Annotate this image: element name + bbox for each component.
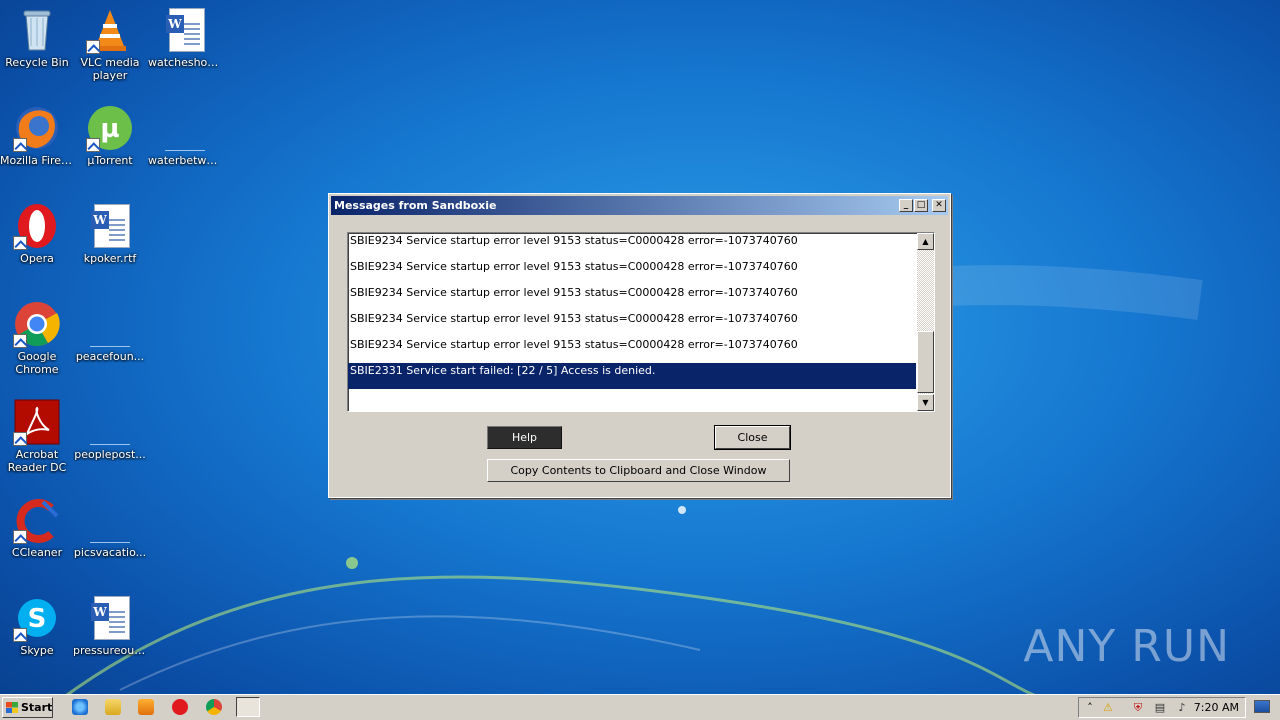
windows-flag-icon (6, 702, 18, 713)
close-window-button[interactable]: ✕ (932, 199, 946, 212)
shortcut-arrow-icon (13, 334, 27, 348)
list-item[interactable]: SBIE9234 Service startup error level 915… (348, 259, 916, 285)
desktop-icon-label: Recycle Bin (5, 56, 69, 69)
blank-file-icon (86, 300, 134, 348)
list-item[interactable]: SBIE9234 Service startup error level 915… (348, 311, 916, 337)
opera-icon (13, 202, 61, 250)
desktop-icon-label: Google Chrome (15, 350, 59, 376)
desktop-icon-pressureout[interactable]: W pressureout... (73, 594, 147, 657)
chrome-icon[interactable] (206, 699, 222, 715)
desktop-icon-peacefoun[interactable]: peacefoun... (73, 300, 147, 363)
desktop-icon-recycle-bin[interactable]: Recycle Bin (0, 6, 74, 69)
desktop-icon-label: VLC media player (80, 56, 140, 82)
word-document-icon: W (161, 6, 209, 54)
svg-text:µ: µ (100, 114, 119, 144)
desktop-icon-acrobat[interactable]: Acrobat Reader DC (0, 398, 74, 474)
desktop-icon-label: Opera (20, 252, 54, 265)
list-item[interactable]: SBIE9234 Service startup error level 915… (348, 233, 916, 259)
desktop-icon-waterbetwe[interactable]: waterbetwe... (148, 104, 222, 167)
desktop-icon-label: Acrobat Reader DC (7, 448, 67, 474)
help-button[interactable]: Help (487, 426, 562, 449)
desktop-icon-picsvacatio[interactable]: picsvacatio... (73, 496, 147, 559)
maximize-button[interactable]: □ (914, 199, 928, 212)
desktop-icon-label: kpoker.rtf (83, 252, 137, 265)
shortcut-arrow-icon (86, 40, 100, 54)
show-desktop-button[interactable] (1254, 700, 1270, 713)
desktop-icon-label: waterbetwe... (148, 154, 222, 167)
desktop-icon-label: watcheshou... (148, 56, 222, 69)
desktop-icon-utorrent[interactable]: µ µTorrent (73, 104, 147, 167)
vertical-scrollbar[interactable]: ▲ ▼ (917, 233, 934, 411)
warning-icon[interactable]: ⚠ (1101, 701, 1115, 715)
shortcut-arrow-icon (86, 138, 100, 152)
sandboxie-messages-dialog: Messages from Sandboxie _ □ ✕ SBIE9234 S… (328, 193, 951, 498)
desktop-icon-label: Skype (20, 644, 54, 657)
start-label: Start (21, 701, 53, 714)
desktop-icon-label: peoplepost... (74, 448, 146, 461)
media-player-icon[interactable] (138, 699, 154, 715)
ie-icon[interactable] (72, 699, 88, 715)
blank-file-icon (86, 496, 134, 544)
list-item[interactable]: SBIE9234 Service startup error level 915… (348, 285, 916, 311)
desktop-icon-watcheshou[interactable]: W watcheshou... (148, 6, 222, 69)
security-icon[interactable]: ⛨ (1131, 701, 1145, 715)
desktop-icon-kpoker[interactable]: W kpoker.rtf (73, 202, 147, 265)
svg-text:S: S (28, 604, 47, 634)
desktop-icon-label: µTorrent (87, 154, 133, 167)
network-icon[interactable]: ▤ (1153, 701, 1167, 715)
dialog-title: Messages from Sandboxie (334, 199, 497, 212)
chrome-icon (13, 300, 61, 348)
minimize-button[interactable]: _ (899, 199, 913, 212)
desktop-icon-label: CCleaner (11, 546, 63, 559)
desktop-icon-peoplepost[interactable]: peoplepost... (73, 398, 147, 461)
ccleaner-icon (13, 496, 61, 544)
acrobat-icon (13, 398, 61, 446)
show-hidden-icon[interactable]: ˄ (1083, 701, 1097, 715)
word-document-icon: W (86, 594, 134, 642)
blank-file-icon (86, 398, 134, 446)
desktop-icon-firefox[interactable]: Mozilla Firefox (0, 104, 74, 167)
copy-and-close-button[interactable]: Copy Contents to Clipboard and Close Win… (487, 459, 790, 482)
explorer-icon[interactable] (105, 699, 121, 715)
shortcut-arrow-icon (13, 530, 27, 544)
scroll-down-icon[interactable]: ▼ (917, 394, 934, 411)
shortcut-arrow-icon (13, 628, 27, 642)
desktop-icon-label: picsvacatio... (73, 546, 147, 559)
skype-icon: S (13, 594, 61, 642)
scroll-up-icon[interactable]: ▲ (917, 233, 934, 250)
anyrun-watermark: ANY RUN (1023, 621, 1230, 672)
start-button[interactable]: Start (2, 697, 53, 718)
sandboxie-icon[interactable] (236, 697, 260, 717)
recycle-bin-icon (13, 6, 61, 54)
desktop-icon-label: pressureout... (73, 644, 147, 657)
desktop-icon-ccleaner[interactable]: CCleaner (0, 496, 74, 559)
blank-file-icon (161, 104, 209, 152)
list-item[interactable]: SBIE9234 Service startup error level 915… (348, 337, 916, 363)
desktop-icon-label: Mozilla Firefox (0, 154, 74, 167)
desktop-icon-skype[interactable]: S Skype (0, 594, 74, 657)
word-document-icon: W (86, 202, 134, 250)
volume-icon[interactable]: ♪ (1175, 701, 1189, 715)
desktop-icon-chrome[interactable]: Google Chrome (0, 300, 74, 376)
firefox-icon (13, 104, 61, 152)
list-item-selected[interactable]: SBIE2331 Service start failed: [22 / 5] … (348, 363, 916, 389)
messages-list[interactable]: SBIE9234 Service startup error level 915… (347, 232, 935, 412)
shortcut-arrow-icon (13, 432, 27, 446)
vlc-icon (86, 6, 134, 54)
desktop-icon-vlc[interactable]: VLC media player (73, 6, 147, 82)
desktop-icon-opera[interactable]: Opera (0, 202, 74, 265)
desktop-icon-label: peacefoun... (75, 350, 145, 363)
dialog-titlebar[interactable]: Messages from Sandboxie _ □ ✕ (331, 196, 948, 215)
close-button[interactable]: Close (714, 425, 791, 450)
clock[interactable]: 7:20 AM (1194, 698, 1239, 717)
shortcut-arrow-icon (13, 236, 27, 250)
taskbar: Start ˄ ⚠ ⛨ ▤ ♪ 7:20 AM (0, 694, 1280, 720)
scroll-thumb[interactable] (917, 331, 934, 393)
opera-icon[interactable] (172, 699, 188, 715)
utorrent-icon: µ (86, 104, 134, 152)
system-tray: ˄ ⚠ ⛨ ▤ ♪ 7:20 AM (1078, 697, 1246, 718)
shortcut-arrow-icon (13, 138, 27, 152)
